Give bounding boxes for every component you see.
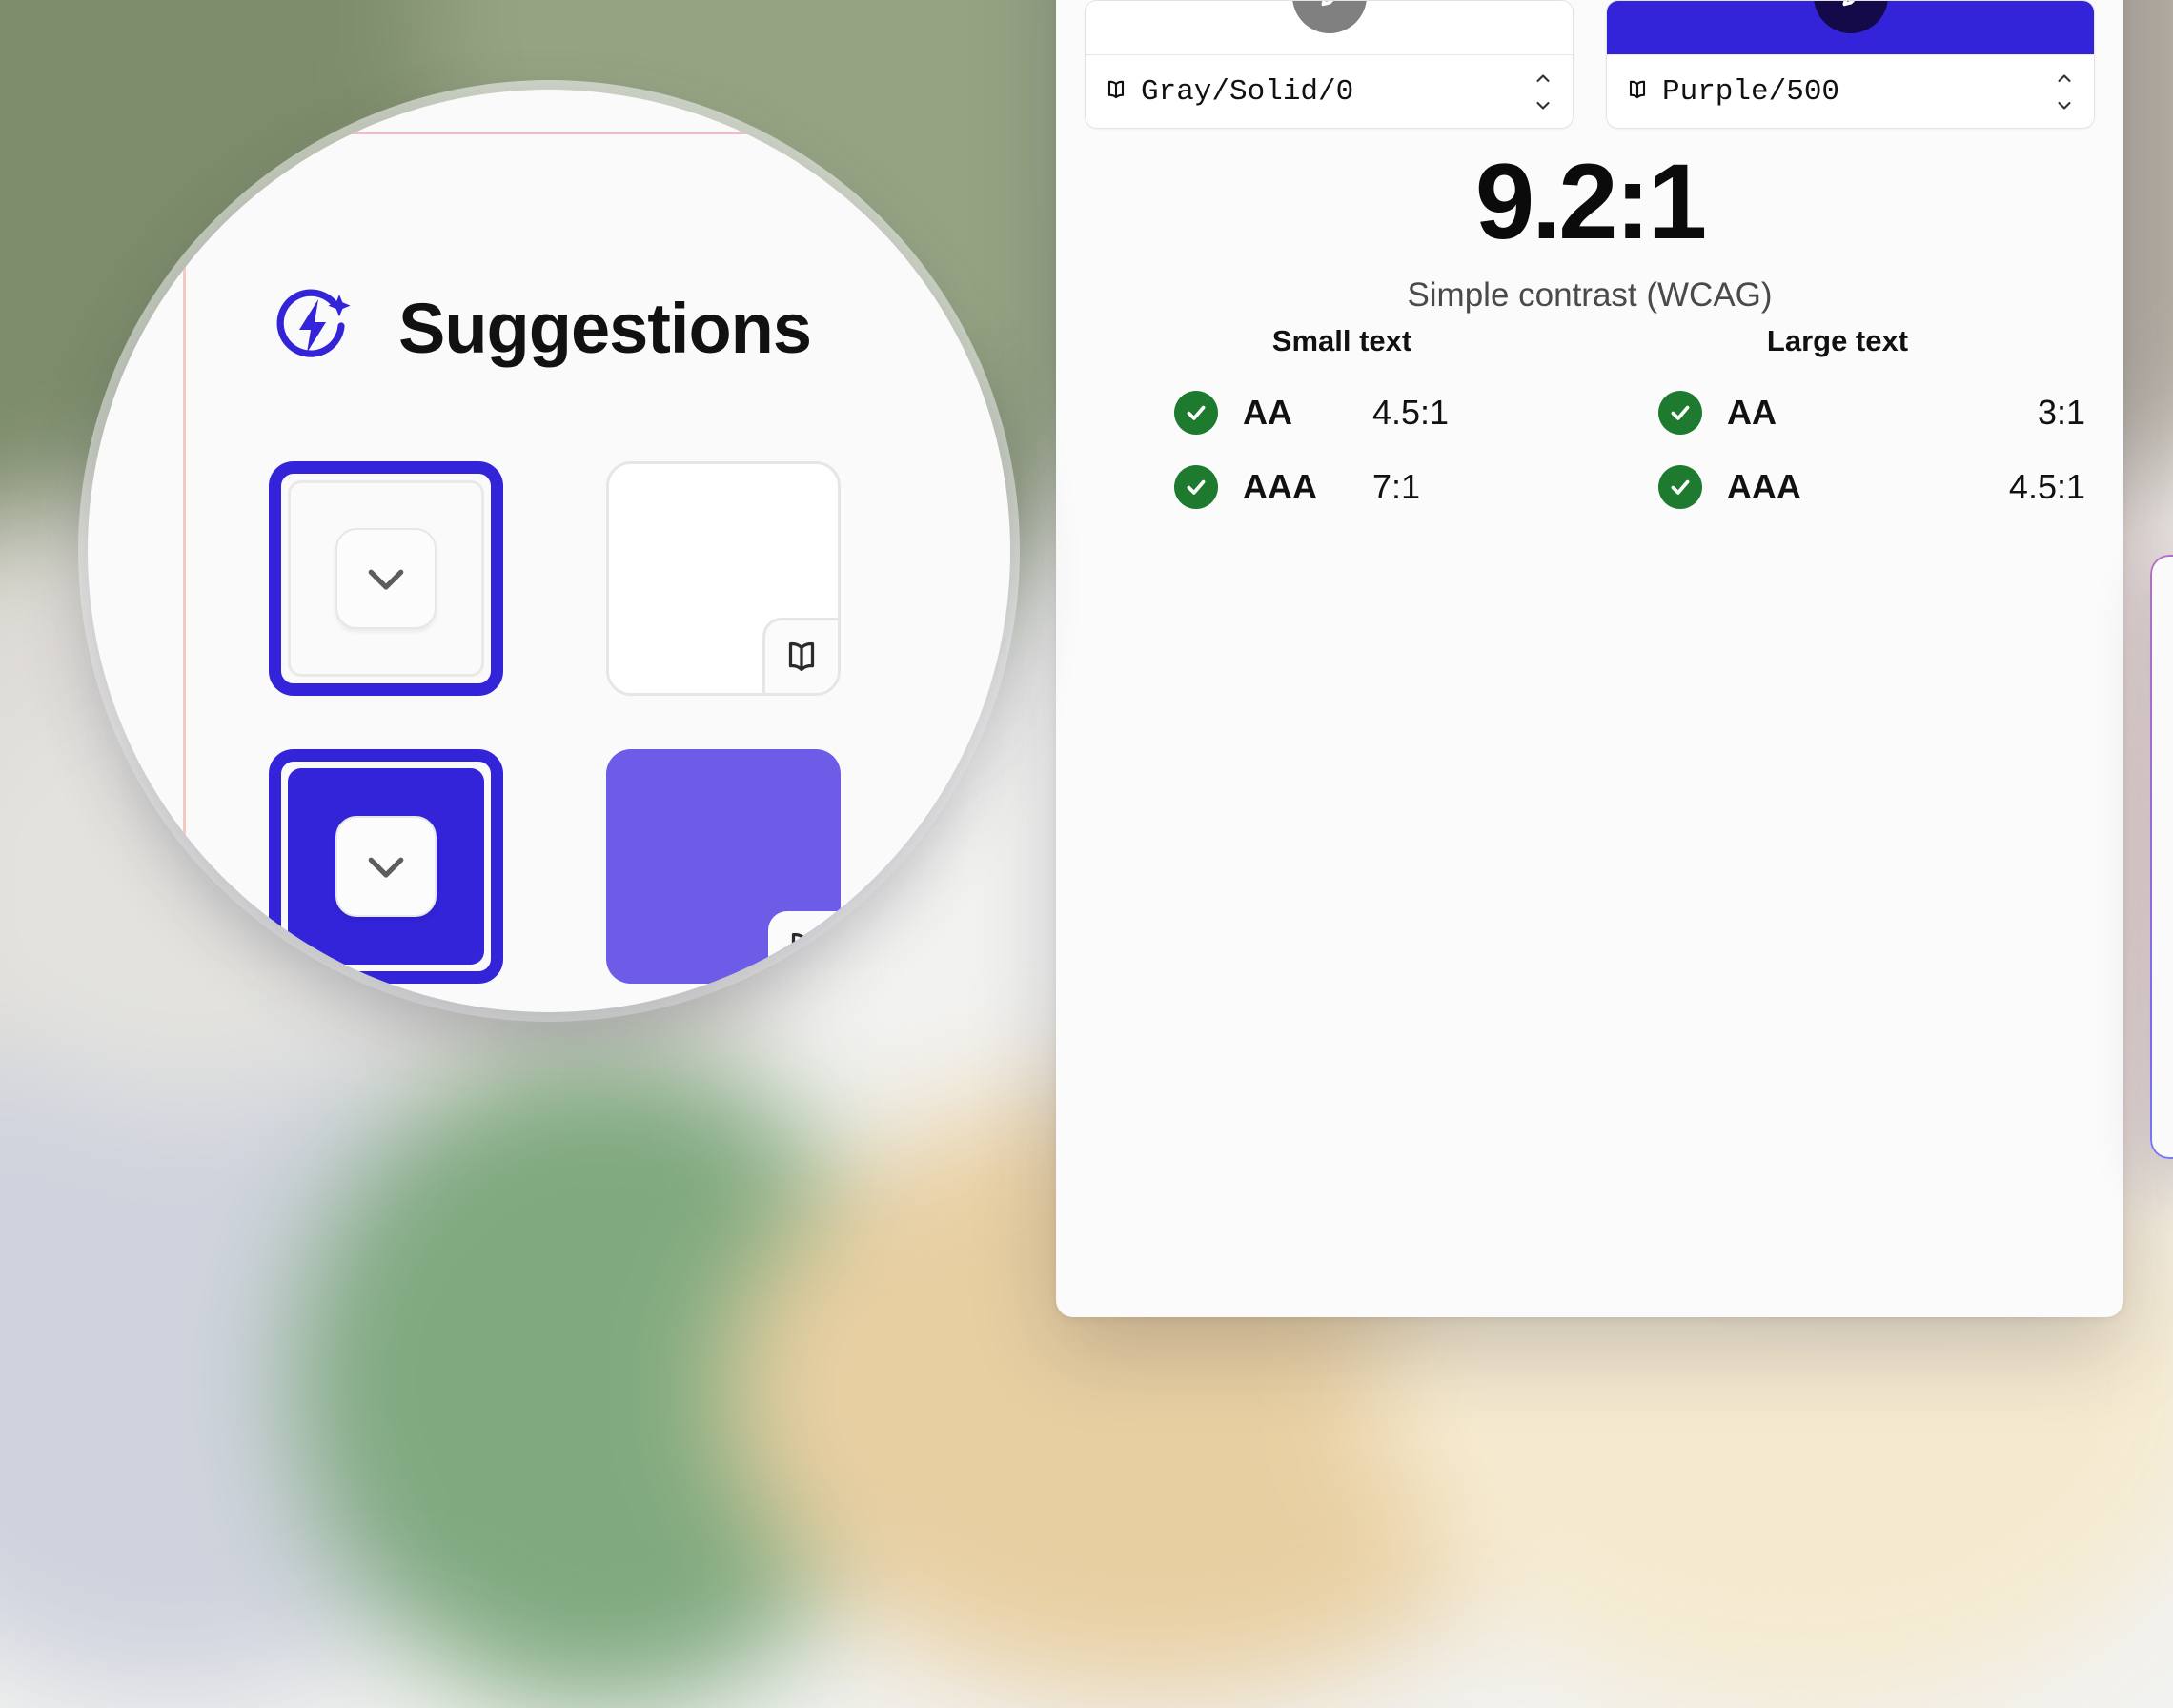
wcag-cell-small-aa: AA 4.5:1 <box>1094 391 1586 435</box>
contrast-ratio-block: 9.2:1 Simple contrast (WCAG) <box>1056 149 2123 315</box>
book-icon <box>1103 76 1129 108</box>
suggestion-card-selected-purple[interactable] <box>269 749 503 984</box>
magnified-panel-left-rule <box>183 90 186 1012</box>
wcag-cell-large-aa: AA 3:1 <box>1586 391 2085 435</box>
check-circle-icon <box>1174 465 1218 509</box>
eyedropper-icon[interactable] <box>1291 1 1367 33</box>
wcag-level-label: AAA <box>1243 467 1317 506</box>
picker-card-background[interactable]: Gray/Solid/0 <box>1085 0 1574 129</box>
plugin-panel: Gray/Solid/0 Purple/500 9.2:1 Simple con… <box>1056 0 2173 1317</box>
book-icon <box>768 911 841 984</box>
magnified-suggestions-panel: Suggestions <box>88 90 1010 1012</box>
wcag-cell-small-aaa: AAA 7:1 <box>1094 465 1586 509</box>
contrast-ratio-value: 9.2:1 <box>1474 142 1707 261</box>
wcag-table-header: Small text Large text <box>1094 324 2085 376</box>
stepper-updown-icon[interactable] <box>1531 73 1555 110</box>
suggestion-card-selected-light[interactable] <box>269 461 503 696</box>
suggestions-gradient-border <box>2150 555 2173 1159</box>
table-row: AAA 7:1 AAA 4.5:1 <box>1094 450 2085 524</box>
check-circle-icon <box>1657 465 1702 509</box>
wcag-level-label: AA <box>1243 393 1292 432</box>
wcag-table: Small text Large text AA 4.5:1 AA 3:1 AA… <box>1094 324 2085 524</box>
wcag-level-label: AA <box>1726 393 1777 432</box>
table-row: AA 4.5:1 AA 3:1 <box>1094 376 2085 450</box>
suggestion-card-preview <box>288 480 484 677</box>
check-circle-icon <box>1657 391 1702 435</box>
suggestion-card-purple[interactable] <box>606 749 841 984</box>
wcag-level-label: AAA <box>1726 467 1801 506</box>
magnified-panel-top-rule <box>183 132 1010 134</box>
picker-swatch-background[interactable] <box>1086 1 1573 54</box>
check-circle-icon <box>1174 391 1218 435</box>
suggestions-popup: Apply to instance Apply to all (21) <box>2150 555 2173 1159</box>
wcag-small-threshold: 4.5:1 <box>1372 393 1450 432</box>
wcag-large-threshold: 3:1 <box>2037 393 2085 432</box>
magnifier-lens: Suggestions <box>88 90 1010 1012</box>
picker-field-background[interactable]: Gray/Solid/0 <box>1086 54 1573 128</box>
chevron-down-icon[interactable] <box>335 528 437 629</box>
wcag-cell-large-aaa: AAA 4.5:1 <box>1586 465 2085 509</box>
stepper-updown-icon[interactable] <box>2052 73 2077 110</box>
picker-swatch-foreground[interactable] <box>1607 1 2094 54</box>
picker-card-foreground[interactable]: Purple/500 <box>1606 0 2095 129</box>
wcag-header-large: Large text <box>1766 324 1909 357</box>
color-picker-row: Gray/Solid/0 Purple/500 <box>1085 0 2095 129</box>
magnified-suggestion-cards <box>269 461 1010 984</box>
book-icon <box>762 618 838 693</box>
wcag-header-small: Small text <box>1271 324 1412 357</box>
eyedropper-icon[interactable] <box>1813 1 1888 33</box>
contrast-ratio-subtitle: Simple contrast (WCAG) <box>1407 276 1773 314</box>
book-icon <box>1624 76 1651 108</box>
picker-value-foreground: Purple/500 <box>1662 74 1840 109</box>
suggestion-card-preview <box>288 768 484 965</box>
magnified-suggestions-title: Suggestions <box>398 289 812 368</box>
wcag-small-threshold: 7:1 <box>1372 467 1421 506</box>
suggestion-card-white[interactable] <box>606 461 841 696</box>
wcag-large-threshold: 4.5:1 <box>2008 467 2085 506</box>
picker-value-background: Gray/Solid/0 <box>1141 74 1354 109</box>
chevron-down-icon[interactable] <box>335 816 437 917</box>
picker-field-foreground[interactable]: Purple/500 <box>1607 54 2094 128</box>
magnified-suggestions-header: Suggestions <box>269 280 812 376</box>
sparkle-bolt-icon <box>269 280 360 376</box>
